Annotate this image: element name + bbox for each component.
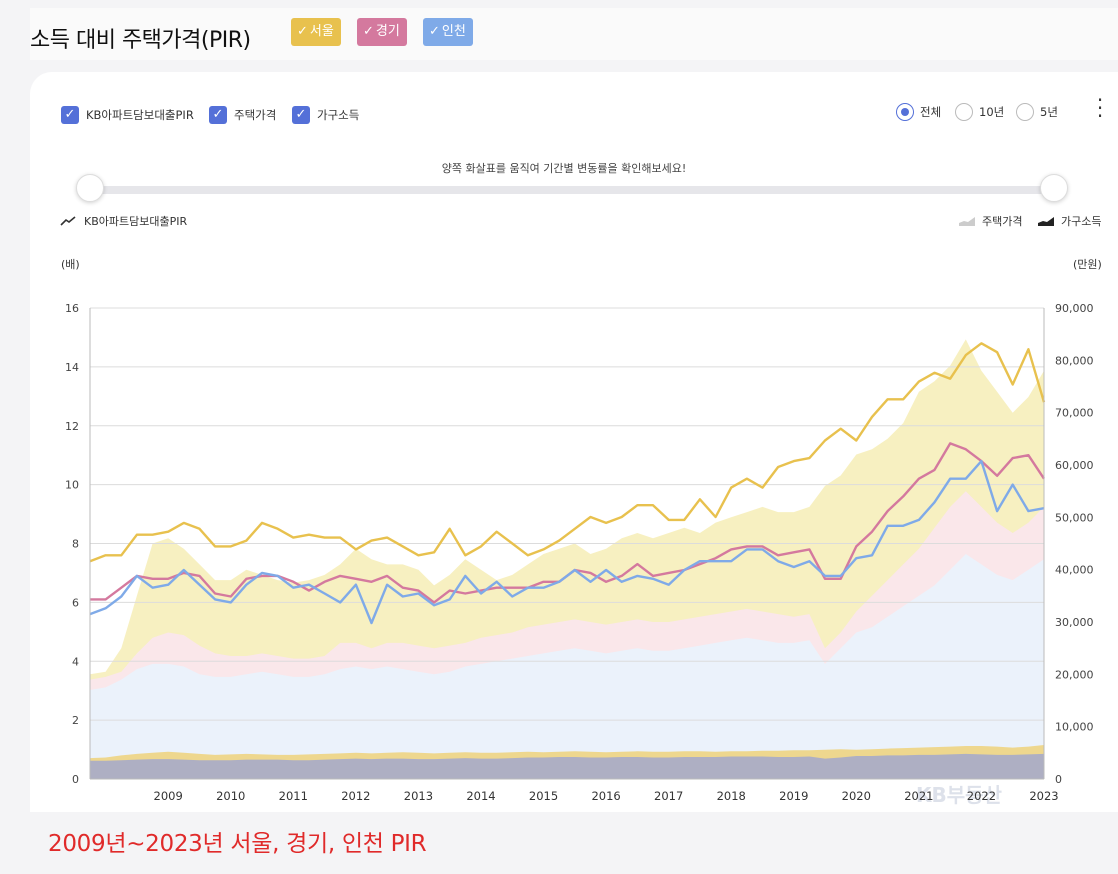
y-tick-label: 2 [72,714,79,727]
check-icon: ✓ [297,24,308,39]
header: 소득 대비 주택가격(PIR) ✓ 서울 ✓ 경기 ✓ 인천 [30,8,1118,60]
x-tick-label: 2010 [216,789,245,803]
range-slider-left-handle[interactable] [76,174,104,202]
chart-card: ✓ KB아파트담보대출PIR ✓ 주택가격 ✓ 가구소득 전체 10년 5년 ·… [30,72,1118,812]
legend-line: KB아파트담보대출PIR [60,213,187,229]
x-tick-label: 2020 [842,789,871,803]
x-tick-label: 2021 [904,789,933,803]
radio-label: 전체 [920,105,942,119]
region-chip-label: 경기 [375,24,400,39]
y-tick-label: 10 [65,479,79,492]
radio-label: 5년 [1040,105,1058,119]
y-tick-label: 6 [72,596,79,609]
radio-period-10y[interactable]: 10년 [955,103,1004,121]
legend-area-house-price: 주택가격 [959,213,1022,229]
y-tick-label: 14 [65,361,79,374]
radio-period-all[interactable]: 전체 [896,103,941,121]
region-chip-gyeonggi[interactable]: ✓ 경기 [357,18,407,46]
y2-tick-label: 80,000 [1055,354,1094,367]
legend-area-income: 가구소득 [1038,213,1101,229]
line-legend-icon [60,216,76,226]
y2-tick-label: 70,000 [1055,407,1094,420]
y-tick-label: 16 [65,302,79,315]
y-tick-label: 4 [72,655,79,668]
checkbox-pir[interactable]: ✓ KB아파트담보대출PIR [61,106,194,124]
checkbox-label: 가구소득 [317,108,360,122]
x-tick-label: 2019 [779,789,808,803]
y2-tick-label: 90,000 [1055,302,1094,315]
area-legend-icon [959,217,975,226]
radio-selected-icon [896,103,914,121]
legend-area-label: 가구소득 [1061,215,1102,228]
caption: 2009년~2023년 서울, 경기, 인천 PIR [48,831,427,857]
x-tick-label: 2023 [1029,789,1058,803]
range-slider-track[interactable] [90,186,1058,194]
x-tick-label: 2018 [717,789,746,803]
x-tick-label: 2012 [341,789,370,803]
x-tick-label: 2017 [654,789,683,803]
checkbox-household-income[interactable]: ✓ 가구소득 [292,106,359,124]
radio-icon [1016,103,1034,121]
area-legend-icon [1038,217,1054,226]
x-tick-label: 2022 [967,789,996,803]
checkbox-label: KB아파트담보대출PIR [86,108,194,122]
checkbox-icon: ✓ [209,106,227,124]
checkbox-house-price[interactable]: ✓ 주택가격 [209,106,276,124]
x-tick-label: 2013 [404,789,433,803]
checkbox-icon: ✓ [292,106,310,124]
x-tick-label: 2016 [591,789,620,803]
radio-label: 10년 [979,105,1005,119]
range-slider-right-handle[interactable] [1040,174,1068,202]
y2-tick-label: 50,000 [1055,511,1094,524]
check-icon: ✓ [429,24,440,39]
y2-tick-label: 0 [1055,773,1062,786]
legend-line-label: KB아파트담보대출PIR [84,215,188,228]
y2-tick-label: 10,000 [1055,721,1094,734]
left-axis-unit: (배) [61,258,80,271]
pir-chart: KB부동산 0246810121416010,00020,00030,00040… [65,302,1094,807]
y-tick-label: 8 [72,538,79,551]
check-icon: ✓ [363,24,374,39]
y2-tick-label: 60,000 [1055,459,1094,472]
radio-icon [955,103,973,121]
y2-tick-label: 40,000 [1055,564,1094,577]
region-chip-label: 인천 [441,24,466,39]
y-tick-label: 12 [65,420,79,433]
region-chip-incheon[interactable]: ✓ 인천 [423,18,473,46]
slider-hint: 양쪽 화살표를 움직여 기간별 변동률을 확인해보세요! [441,162,687,175]
y2-tick-label: 20,000 [1055,668,1094,681]
radio-period-5y[interactable]: 5년 [1016,103,1058,121]
checkbox-label: 주택가격 [234,108,277,122]
x-tick-label: 2009 [154,789,183,803]
x-tick-label: 2011 [279,789,308,803]
y2-tick-label: 30,000 [1055,616,1094,629]
x-tick-label: 2015 [529,789,558,803]
page-title: 소득 대비 주택가격(PIR) [30,28,251,53]
kebab-menu-icon[interactable]: · · · [1094,90,1106,126]
checkbox-icon: ✓ [61,106,79,124]
region-chip-label: 서울 [309,24,334,39]
legend-area-label: 주택가격 [982,215,1023,228]
y-tick-label: 0 [72,773,79,786]
region-chip-seoul[interactable]: ✓ 서울 [291,18,341,46]
right-axis-unit: (만원) [1073,258,1102,271]
x-tick-label: 2014 [466,789,495,803]
